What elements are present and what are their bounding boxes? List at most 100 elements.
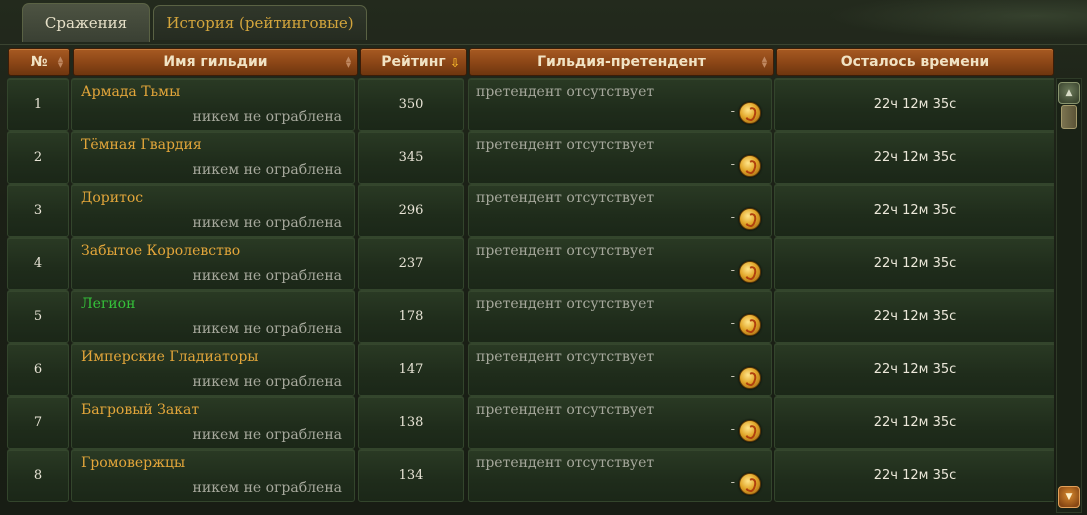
guild-robbed-status: никем не ограблена xyxy=(192,480,342,496)
row-time-left: 22ч 12м 35с xyxy=(774,184,1054,237)
scroll-up-icon[interactable]: ▲ xyxy=(1058,82,1080,104)
row-challenger-cell: претендент отсутствует - xyxy=(468,184,772,237)
sort-desc-icon: ⇩ xyxy=(449,56,460,70)
table-row[interactable]: 2 Тёмная Гвардия никем не ограблена 345 … xyxy=(6,131,1054,184)
row-guild-cell: Тёмная Гвардия никем не ограблена xyxy=(71,131,355,184)
row-rating: 134 xyxy=(358,449,464,502)
table-row[interactable]: 7 Багровый Закат никем не ограблена 138 … xyxy=(6,396,1054,449)
row-rating: 138 xyxy=(358,396,464,449)
gold-coin-icon[interactable] xyxy=(739,420,761,442)
row-time-left: 22ч 12м 35с xyxy=(774,290,1054,343)
guild-name[interactable]: Забытое Королевство xyxy=(81,243,240,259)
row-num: 6 xyxy=(7,343,69,396)
column-header-num-label: № xyxy=(30,54,48,70)
gold-coin-icon[interactable] xyxy=(739,473,761,495)
table-row[interactable]: 8 Громовержцы никем не ограблена 134 пре… xyxy=(6,449,1054,502)
row-challenger-cell: претендент отсутствует - xyxy=(468,396,772,449)
row-guild-cell: Забытое Королевство никем не ограблена xyxy=(71,237,355,290)
sort-arrows-icon: ▲ ▼ xyxy=(57,55,64,69)
guild-robbed-status: никем не ограблена xyxy=(192,427,342,443)
tab-history-rated[interactable]: История (рейтинговые) xyxy=(153,5,367,40)
column-header-rating-label: Рейтинг xyxy=(381,54,446,70)
window-frame: Сражения История (рейтинговые) № ▲ ▼ Имя … xyxy=(0,0,1087,515)
challenger-dash: - xyxy=(730,369,735,384)
gold-coin-icon[interactable] xyxy=(739,367,761,389)
challenger-text: претендент отсутствует xyxy=(476,296,655,312)
table-row[interactable]: 4 Забытое Королевство никем не ограблена… xyxy=(6,237,1054,290)
row-time-left: 22ч 12м 35с xyxy=(774,78,1054,131)
challenger-text: претендент отсутствует xyxy=(476,243,655,259)
table-row[interactable]: 6 Имперские Гладиаторы никем не ограблен… xyxy=(6,343,1054,396)
row-challenger-cell: претендент отсутствует - xyxy=(468,131,772,184)
guild-robbed-status: никем не ограблена xyxy=(192,109,342,125)
guild-name[interactable]: Багровый Закат xyxy=(81,402,199,418)
row-guild-cell: Багровый Закат никем не ограблена xyxy=(71,396,355,449)
row-num: 2 xyxy=(7,131,69,184)
row-num: 8 xyxy=(7,449,69,502)
column-header-time[interactable]: Осталось времени xyxy=(776,48,1054,76)
challenger-dash: - xyxy=(730,316,735,331)
guild-name[interactable]: Имперские Гладиаторы xyxy=(81,349,258,365)
row-challenger-cell: претендент отсутствует - xyxy=(468,343,772,396)
challenger-dash: - xyxy=(730,210,735,225)
gold-coin-icon[interactable] xyxy=(739,314,761,336)
row-guild-cell: Легион никем не ограблена xyxy=(71,290,355,343)
row-time-left: 22ч 12м 35с xyxy=(774,343,1054,396)
gold-coin-icon[interactable] xyxy=(739,155,761,177)
challenger-text: претендент отсутствует xyxy=(476,402,655,418)
guild-robbed-status: никем не ограблена xyxy=(192,321,342,337)
sort-arrows-icon: ▲ ▼ xyxy=(761,55,768,69)
challenger-dash: - xyxy=(730,263,735,278)
row-rating: 237 xyxy=(358,237,464,290)
table-row[interactable]: 5 Легион никем не ограблена 178 претенде… xyxy=(6,290,1054,343)
scroll-down-icon[interactable]: ▼ xyxy=(1058,486,1080,508)
guild-name[interactable]: Тёмная Гвардия xyxy=(81,137,202,153)
guild-name[interactable]: Доритос xyxy=(81,190,143,206)
challenger-text: претендент отсутствует xyxy=(476,349,655,365)
row-guild-cell: Армада Тьмы никем не ограблена xyxy=(71,78,355,131)
row-rating: 345 xyxy=(358,131,464,184)
row-guild-cell: Громовержцы никем не ограблена xyxy=(71,449,355,502)
row-challenger-cell: претендент отсутствует - xyxy=(468,237,772,290)
challenger-dash: - xyxy=(730,104,735,119)
row-num: 3 xyxy=(7,184,69,237)
challenger-dash: - xyxy=(730,422,735,437)
gold-coin-icon[interactable] xyxy=(739,102,761,124)
column-header-name[interactable]: Имя гильдии ▲ ▼ xyxy=(73,48,358,76)
guild-name[interactable]: Армада Тьмы xyxy=(81,84,180,100)
guild-name[interactable]: Легион xyxy=(81,296,135,312)
column-header-rating[interactable]: Рейтинг ⇩ xyxy=(360,48,467,76)
column-header-time-label: Осталось времени xyxy=(840,54,990,70)
challenger-text: претендент отсутствует xyxy=(476,190,655,206)
row-challenger-cell: претендент отсутствует - xyxy=(468,78,772,131)
challenger-text: претендент отсутствует xyxy=(476,84,655,100)
guild-robbed-status: никем не ограблена xyxy=(192,215,342,231)
gold-coin-icon[interactable] xyxy=(739,261,761,283)
row-rating: 350 xyxy=(358,78,464,131)
scroll-thumb[interactable] xyxy=(1061,105,1077,129)
guild-robbed-status: никем не ограблена xyxy=(192,268,342,284)
row-rating: 147 xyxy=(358,343,464,396)
row-num: 1 xyxy=(7,78,69,131)
guild-name[interactable]: Громовержцы xyxy=(81,455,185,471)
table-row[interactable]: 3 Доритос никем не ограблена 296 претенд… xyxy=(6,184,1054,237)
row-time-left: 22ч 12м 35с xyxy=(774,396,1054,449)
table-row[interactable]: 1 Армада Тьмы никем не ограблена 350 пре… xyxy=(6,78,1054,131)
sort-arrows-icon: ▲ ▼ xyxy=(345,55,352,69)
row-num: 4 xyxy=(7,237,69,290)
challenger-dash: - xyxy=(730,475,735,490)
row-time-left: 22ч 12м 35с xyxy=(774,449,1054,502)
column-header-challenger[interactable]: Гильдия-претендент ▲ ▼ xyxy=(469,48,774,76)
row-rating: 296 xyxy=(358,184,464,237)
scrollbar[interactable]: ▲ ▼ xyxy=(1056,78,1082,513)
guild-robbed-status: никем не ограблена xyxy=(192,374,342,390)
row-num: 5 xyxy=(7,290,69,343)
guild-robbed-status: никем не ограблена xyxy=(192,162,342,178)
gold-coin-icon[interactable] xyxy=(739,208,761,230)
challenger-text: претендент отсутствует xyxy=(476,137,655,153)
row-time-left: 22ч 12м 35с xyxy=(774,237,1054,290)
row-challenger-cell: претендент отсутствует - xyxy=(468,449,772,502)
column-header-num[interactable]: № ▲ ▼ xyxy=(8,48,70,76)
column-header-challenger-label: Гильдия-претендент xyxy=(537,54,706,70)
tab-battles[interactable]: Сражения xyxy=(22,3,150,42)
